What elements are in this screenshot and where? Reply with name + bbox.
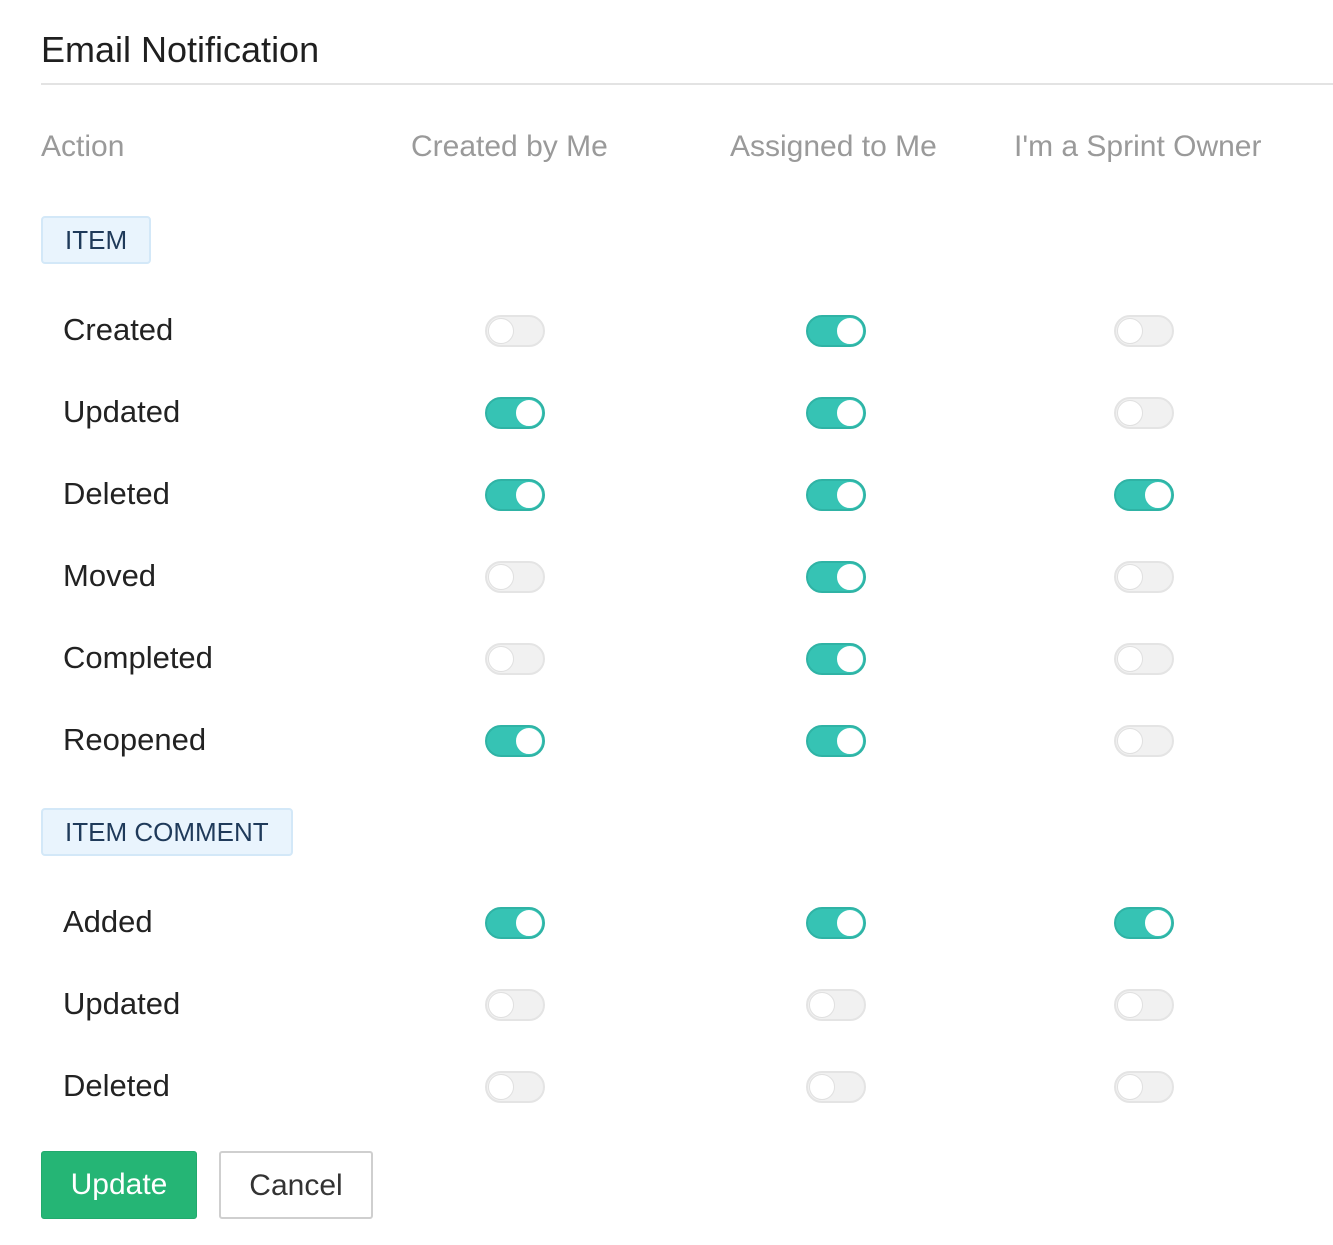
row-label: Updated — [63, 394, 181, 429]
row-label: Added — [63, 904, 153, 939]
notification-row-item-completed: Completed — [0, 628, 1333, 688]
toggle-sprint-owner[interactable] — [1114, 907, 1174, 939]
update-button[interactable]: Update — [41, 1151, 197, 1219]
toggle-knob — [1117, 646, 1143, 672]
toggle-knob — [1117, 400, 1143, 426]
toggle-knob — [516, 482, 542, 508]
notification-row-item-reopened: Reopened — [0, 710, 1333, 770]
toggle-knob — [1145, 910, 1171, 936]
toggle-knob — [1117, 992, 1143, 1018]
toggle-knob — [516, 728, 542, 754]
row-label: Updated — [63, 986, 181, 1021]
toggle-created-by-me[interactable] — [485, 725, 545, 757]
toggle-assigned-to-me[interactable] — [806, 725, 866, 757]
toggle-assigned-to-me[interactable] — [806, 643, 866, 675]
toggle-created-by-me[interactable] — [485, 561, 545, 593]
toggle-sprint-owner[interactable] — [1114, 1071, 1174, 1103]
notification-row-item-updated: Updated — [0, 382, 1333, 442]
row-label: Created — [63, 312, 174, 347]
toggle-knob — [1117, 564, 1143, 590]
toggle-assigned-to-me[interactable] — [806, 561, 866, 593]
toggle-knob — [488, 318, 514, 344]
toggle-knob — [809, 1074, 835, 1100]
notification-row-item-deleted: Deleted — [0, 464, 1333, 524]
toggle-sprint-owner[interactable] — [1114, 643, 1174, 675]
toggle-knob — [837, 646, 863, 672]
section-badge-item-comment: ITEM COMMENT — [41, 808, 293, 856]
toggle-knob — [837, 910, 863, 936]
email-notification-panel: Email Notification Action Created by Me … — [0, 0, 1333, 1245]
toggle-knob — [1117, 1074, 1143, 1100]
cancel-button[interactable]: Cancel — [219, 1151, 373, 1219]
toggle-knob — [488, 992, 514, 1018]
toggle-assigned-to-me[interactable] — [806, 989, 866, 1021]
toggle-knob — [837, 728, 863, 754]
toggle-sprint-owner[interactable] — [1114, 561, 1174, 593]
column-header-created-by-me: Created by Me — [411, 130, 608, 163]
notification-row-item-moved: Moved — [0, 546, 1333, 606]
toggle-created-by-me[interactable] — [485, 643, 545, 675]
row-label: Deleted — [63, 1068, 170, 1103]
toggle-knob — [516, 910, 542, 936]
toggle-created-by-me[interactable] — [485, 1071, 545, 1103]
toggle-knob — [837, 482, 863, 508]
toggle-knob — [837, 400, 863, 426]
toggle-created-by-me[interactable] — [485, 315, 545, 347]
row-label: Moved — [63, 558, 157, 593]
toggle-assigned-to-me[interactable] — [806, 1071, 866, 1103]
title-divider — [41, 83, 1333, 85]
notification-row-comment-deleted: Deleted — [0, 1056, 1333, 1116]
toggle-created-by-me[interactable] — [485, 989, 545, 1021]
toggle-sprint-owner[interactable] — [1114, 315, 1174, 347]
column-header-action: Action — [41, 130, 125, 163]
toggle-knob — [488, 564, 514, 590]
toggle-created-by-me[interactable] — [485, 479, 545, 511]
toggle-sprint-owner[interactable] — [1114, 725, 1174, 757]
section-badge-item: ITEM — [41, 216, 152, 264]
column-header-sprint-owner: I'm a Sprint Owner — [1014, 130, 1262, 163]
toggle-sprint-owner[interactable] — [1114, 397, 1174, 429]
toggle-assigned-to-me[interactable] — [806, 479, 866, 511]
notification-row-comment-added: Added — [0, 892, 1333, 952]
column-header-assigned-to-me: Assigned to Me — [730, 130, 937, 163]
toggle-knob — [516, 400, 542, 426]
row-label: Reopened — [63, 722, 207, 757]
toggle-created-by-me[interactable] — [485, 907, 545, 939]
page-title: Email Notification — [41, 29, 320, 70]
toggle-assigned-to-me[interactable] — [806, 907, 866, 939]
toggle-assigned-to-me[interactable] — [806, 397, 866, 429]
toggle-sprint-owner[interactable] — [1114, 479, 1174, 511]
toggle-knob — [488, 1074, 514, 1100]
row-label: Deleted — [63, 476, 170, 511]
toggle-knob — [837, 564, 863, 590]
notification-row-comment-updated: Updated — [0, 974, 1333, 1034]
toggle-created-by-me[interactable] — [485, 397, 545, 429]
toggle-knob — [1117, 728, 1143, 754]
row-label: Completed — [63, 640, 213, 675]
toggle-knob — [1145, 482, 1171, 508]
toggle-assigned-to-me[interactable] — [806, 315, 866, 347]
toggle-knob — [488, 646, 514, 672]
toggle-sprint-owner[interactable] — [1114, 989, 1174, 1021]
toggle-knob — [1117, 318, 1143, 344]
toggle-knob — [809, 992, 835, 1018]
notification-row-item-created: Created — [0, 300, 1333, 360]
toggle-knob — [837, 318, 863, 344]
